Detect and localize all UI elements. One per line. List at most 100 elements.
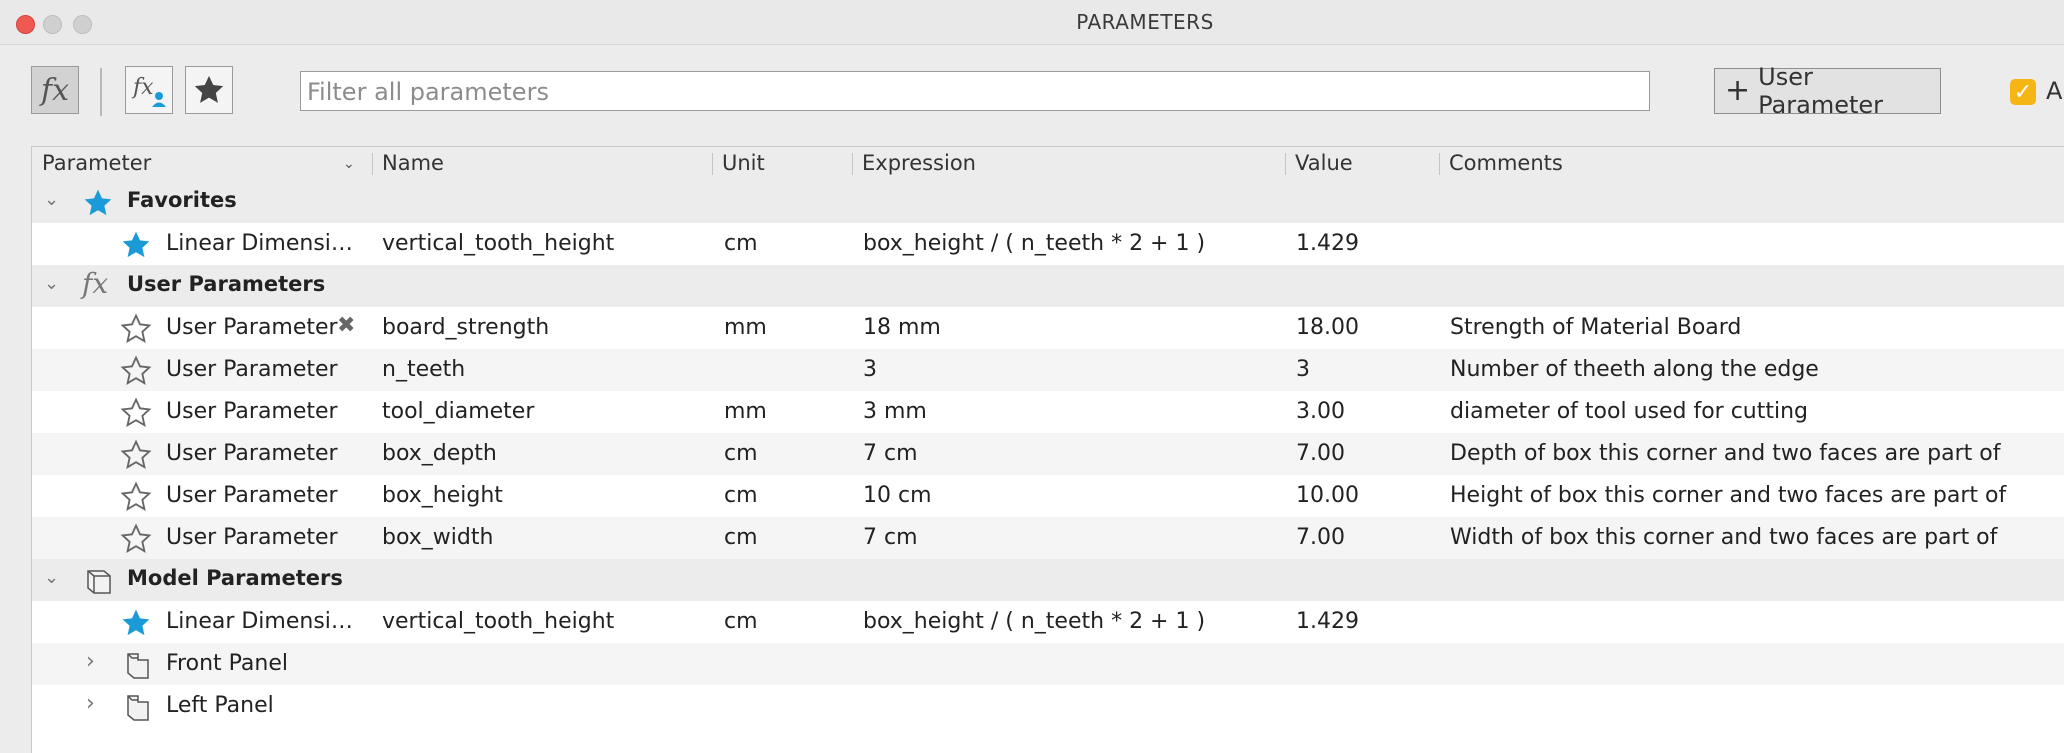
column-divider[interactable] xyxy=(1285,153,1286,175)
table-row[interactable]: User Parameter n_teeth 3 3 Number of the… xyxy=(32,349,2064,391)
header-unit[interactable]: Unit xyxy=(722,151,765,175)
chevron-down-icon[interactable]: ⌄ xyxy=(343,156,355,172)
column-divider[interactable] xyxy=(712,153,713,175)
cell-expression[interactable]: 7 cm xyxy=(863,441,918,466)
cell-unit[interactable]: mm xyxy=(724,399,767,424)
group-row-favorites[interactable]: ⌄ Favorites xyxy=(32,181,2064,223)
component-row-front-panel[interactable]: › Front Panel xyxy=(32,643,2064,685)
favorites-filter-button[interactable] xyxy=(185,66,233,114)
star-icon xyxy=(194,75,224,103)
star-outline-icon[interactable] xyxy=(120,397,152,429)
star-icon xyxy=(84,189,112,216)
cell-value: 3.00 xyxy=(1296,399,1345,424)
cell-value: 18.00 xyxy=(1296,315,1359,340)
chevron-down-icon[interactable]: ⌄ xyxy=(44,189,59,210)
chevron-right-icon[interactable]: › xyxy=(86,691,95,716)
group-row-user-parameters[interactable]: ⌄ fx User Parameters xyxy=(32,265,2064,307)
star-icon[interactable] xyxy=(120,229,152,261)
cell-unit[interactable]: cm xyxy=(724,609,758,634)
cell-comments[interactable]: Strength of Material Board xyxy=(1450,315,1741,340)
star-outline-icon[interactable] xyxy=(120,481,152,513)
header-value[interactable]: Value xyxy=(1295,151,1353,175)
star-outline-icon[interactable] xyxy=(120,439,152,471)
cell-expression[interactable]: 18 mm xyxy=(863,315,941,340)
cell-name[interactable]: box_height xyxy=(382,483,503,508)
cell-name[interactable]: board_strength xyxy=(382,315,549,340)
column-divider[interactable] xyxy=(372,153,373,175)
header-name[interactable]: Name xyxy=(382,151,444,175)
header-expression[interactable]: Expression xyxy=(862,151,976,175)
table-row[interactable]: User Parameter box_depth cm 7 cm 7.00 De… xyxy=(32,433,2064,475)
component-label: Left Panel xyxy=(166,693,274,718)
cell-comments[interactable]: Depth of box this corner and two faces a… xyxy=(1450,441,2000,466)
cell-comments[interactable]: diameter of tool used for cutting xyxy=(1450,399,1808,424)
table-row[interactable]: User Parameter tool_diameter mm 3 mm 3.0… xyxy=(32,391,2064,433)
cell-expression[interactable]: box_height / ( n_teeth * 2 + 1 ) xyxy=(863,231,1205,256)
cell-value: 3 xyxy=(1296,357,1310,382)
delete-icon[interactable]: ✖ xyxy=(337,313,355,338)
cell-parameter: User Parameter xyxy=(166,525,338,550)
cell-parameter: User Parameter xyxy=(166,399,338,424)
cell-name[interactable]: box_depth xyxy=(382,441,497,466)
table-row[interactable]: User Parameter box_width cm 7 cm 7.00 Wi… xyxy=(32,517,2064,559)
header-parameter[interactable]: Parameter xyxy=(42,151,151,175)
star-outline-icon[interactable] xyxy=(120,523,152,555)
header-comments[interactable]: Comments xyxy=(1449,151,1563,175)
component-icon xyxy=(127,653,149,679)
cell-unit[interactable]: cm xyxy=(724,525,758,550)
column-divider[interactable] xyxy=(852,153,853,175)
component-row-left-panel[interactable]: › Left Panel xyxy=(32,685,2064,727)
chevron-down-icon[interactable]: ⌄ xyxy=(44,273,59,294)
cell-parameter: User Parameter xyxy=(166,441,338,466)
table-header: Parameter ⌄ Name Unit Expression Value C… xyxy=(32,147,2064,181)
cell-expression[interactable]: 7 cm xyxy=(863,525,918,550)
table-row[interactable]: Linear Dimensi… vertical_tooth_height cm… xyxy=(32,601,2064,643)
cell-unit[interactable]: cm xyxy=(724,441,758,466)
parameters-table: Parameter ⌄ Name Unit Expression Value C… xyxy=(31,146,2064,753)
filter-input[interactable]: Filter all parameters xyxy=(300,71,1650,111)
add-user-parameter-button[interactable]: + User Parameter xyxy=(1714,63,1941,119)
star-outline-icon[interactable] xyxy=(120,313,152,345)
component-icon xyxy=(127,695,149,721)
show-all-checkbox[interactable]: ✓ xyxy=(2010,79,2036,105)
cell-unit[interactable]: cm xyxy=(724,483,758,508)
cell-comments[interactable]: Width of box this corner and two faces a… xyxy=(1450,525,1997,550)
cell-expression[interactable]: box_height / ( n_teeth * 2 + 1 ) xyxy=(863,609,1205,634)
cell-expression[interactable]: 3 xyxy=(863,357,877,382)
component-label: Front Panel xyxy=(166,651,288,676)
table-row[interactable]: User Parameter ✖ board_strength mm 18 mm… xyxy=(32,307,2064,349)
all-parameters-button[interactable]: fx xyxy=(31,66,79,114)
column-divider[interactable] xyxy=(1439,153,1440,175)
star-icon[interactable] xyxy=(120,607,152,639)
chevron-right-icon[interactable]: › xyxy=(86,649,95,674)
cube-icon xyxy=(87,570,111,594)
cell-value: 1.429 xyxy=(1296,609,1359,634)
group-row-model-parameters[interactable]: ⌄ Model Parameters xyxy=(32,559,2064,601)
fx-user-icon: fx xyxy=(131,75,166,107)
cell-name[interactable]: n_teeth xyxy=(382,357,465,382)
group-label: Model Parameters xyxy=(127,566,343,590)
cell-comments[interactable]: Number of theeth along the edge xyxy=(1450,357,1819,382)
table-row[interactable]: User Parameter box_height cm 10 cm 10.00… xyxy=(32,475,2064,517)
star-outline-icon[interactable] xyxy=(120,355,152,387)
check-icon: ✓ xyxy=(2013,79,2033,105)
cell-name[interactable]: vertical_tooth_height xyxy=(382,609,614,634)
table-row[interactable]: Linear Dimensi… vertical_tooth_height cm… xyxy=(32,223,2064,265)
plus-icon: + xyxy=(1725,73,1751,108)
cell-expression[interactable]: 3 mm xyxy=(863,399,927,424)
cell-parameter: User Parameter xyxy=(166,315,338,340)
user-parameters-filter-button[interactable]: fx xyxy=(125,66,173,114)
title-bar: PARAMETERS xyxy=(0,0,2064,45)
cell-name[interactable]: vertical_tooth_height xyxy=(382,231,614,256)
chevron-down-icon[interactable]: ⌄ xyxy=(44,567,59,588)
group-label: User Parameters xyxy=(127,272,326,296)
cell-unit[interactable]: cm xyxy=(724,231,758,256)
cell-comments[interactable]: Height of box this corner and two faces … xyxy=(1450,483,2006,508)
cell-name[interactable]: tool_diameter xyxy=(382,399,534,424)
cell-parameter: User Parameter xyxy=(166,357,338,382)
cell-unit[interactable]: mm xyxy=(724,315,767,340)
cell-expression[interactable]: 10 cm xyxy=(863,483,932,508)
parameters-window: PARAMETERS fx fx Filter all parameters +… xyxy=(0,0,2064,753)
group-label: Favorites xyxy=(127,188,237,212)
cell-name[interactable]: box_width xyxy=(382,525,493,550)
